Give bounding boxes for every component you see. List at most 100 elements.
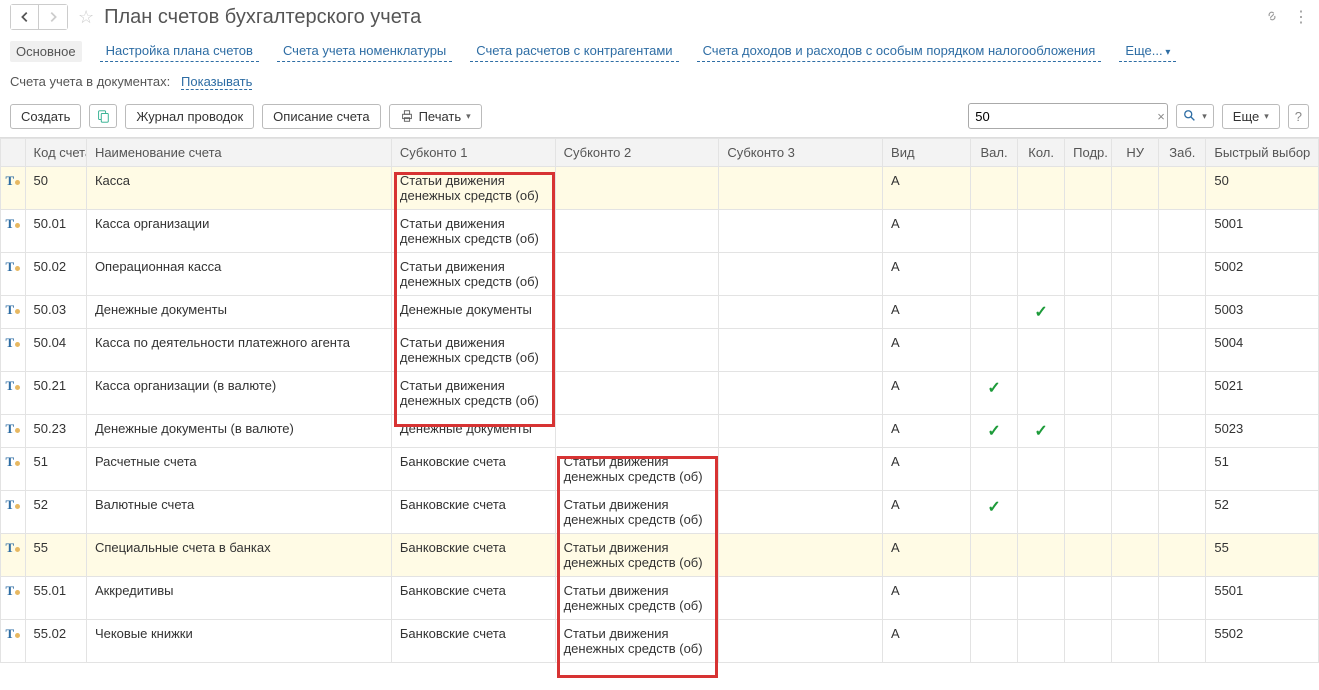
row-val xyxy=(971,210,1018,253)
row-icon-cell: T xyxy=(1,491,26,534)
row-zab xyxy=(1159,448,1206,491)
tab-more[interactable]: Еще... xyxy=(1119,40,1176,62)
subline-link[interactable]: Показывать xyxy=(181,74,252,90)
arrow-right-icon xyxy=(46,10,60,24)
col-podr[interactable]: Подр. xyxy=(1065,139,1112,167)
kebab-menu-icon[interactable]: ⋮ xyxy=(1293,7,1309,27)
tab-plan-settings[interactable]: Настройка плана счетов xyxy=(100,40,259,62)
table-row[interactable]: T52Валютные счетаБанковские счетаСтатьи … xyxy=(1,491,1319,534)
col-val[interactable]: Вал. xyxy=(971,139,1018,167)
journal-button[interactable]: Журнал проводок xyxy=(125,104,254,129)
row-val: ✓ xyxy=(971,372,1018,415)
create-button[interactable]: Создать xyxy=(10,104,81,129)
t-account-icon: T xyxy=(5,421,20,437)
more-button[interactable]: Еще xyxy=(1222,104,1280,129)
tab-nomenclature[interactable]: Счета учета номенклатуры xyxy=(277,40,452,62)
col-fast[interactable]: Быстрый выбор xyxy=(1206,139,1319,167)
table-row[interactable]: T50.03Денежные документыДенежные докумен… xyxy=(1,296,1319,329)
row-nu xyxy=(1112,534,1159,577)
back-button[interactable] xyxy=(11,5,39,29)
col-kol[interactable]: Кол. xyxy=(1018,139,1065,167)
help-button[interactable]: ? xyxy=(1288,104,1309,129)
row-sub2 xyxy=(555,372,719,415)
tabs-bar: Основное Настройка плана счетов Счета уч… xyxy=(0,34,1319,70)
description-button[interactable]: Описание счета xyxy=(262,104,380,129)
row-nu xyxy=(1112,491,1159,534)
row-sub1: Статьи движения денежных средств (об) xyxy=(391,210,555,253)
tab-main[interactable]: Основное xyxy=(10,41,82,62)
row-zab xyxy=(1159,620,1206,663)
row-sub1: Статьи движения денежных средств (об) xyxy=(391,253,555,296)
table-row[interactable]: T50КассаСтатьи движения денежных средств… xyxy=(1,167,1319,210)
row-vid: А xyxy=(883,415,971,448)
table-row[interactable]: T50.04Касса по деятельности платежного а… xyxy=(1,329,1319,372)
row-name: Аккредитивы xyxy=(86,577,391,620)
row-sub3 xyxy=(719,448,883,491)
search-icon xyxy=(1183,109,1197,123)
table-row[interactable]: T50.01Касса организацииСтатьи движения д… xyxy=(1,210,1319,253)
row-sub2 xyxy=(555,253,719,296)
link-icon[interactable] xyxy=(1265,9,1279,26)
row-name: Касса xyxy=(86,167,391,210)
row-kol xyxy=(1018,329,1065,372)
col-sub1[interactable]: Субконто 1 xyxy=(391,139,555,167)
row-fast: 52 xyxy=(1206,491,1319,534)
col-zab[interactable]: Заб. xyxy=(1159,139,1206,167)
search-dropdown-button[interactable] xyxy=(1176,104,1214,128)
row-sub1: Банковские счета xyxy=(391,448,555,491)
row-kol xyxy=(1018,253,1065,296)
row-icon-cell: T xyxy=(1,210,26,253)
row-name: Денежные документы (в валюте) xyxy=(86,415,391,448)
row-podr xyxy=(1065,577,1112,620)
row-nu xyxy=(1112,329,1159,372)
search-box[interactable]: × xyxy=(968,103,1168,129)
row-sub1: Банковские счета xyxy=(391,577,555,620)
table-row[interactable]: T50.21Касса организации (в валюте)Статьи… xyxy=(1,372,1319,415)
row-sub3 xyxy=(719,372,883,415)
col-vid[interactable]: Вид xyxy=(883,139,971,167)
col-sub3[interactable]: Субконто 3 xyxy=(719,139,883,167)
row-kol xyxy=(1018,620,1065,663)
favorite-star-icon[interactable]: ☆ xyxy=(78,7,94,28)
col-sub2[interactable]: Субконто 2 xyxy=(555,139,719,167)
tab-taxation[interactable]: Счета доходов и расходов с особым порядк… xyxy=(697,40,1102,62)
check-icon: ✓ xyxy=(987,380,1000,397)
row-fast: 5501 xyxy=(1206,577,1319,620)
copy-button[interactable] xyxy=(89,104,117,128)
t-account-icon: T xyxy=(5,454,20,470)
print-button[interactable]: Печать xyxy=(389,104,482,129)
search-input[interactable] xyxy=(973,107,1153,126)
col-name[interactable]: Наименование счета xyxy=(86,139,391,167)
table-row[interactable]: T55.02Чековые книжкиБанковские счетаСтат… xyxy=(1,620,1319,663)
row-nu xyxy=(1112,577,1159,620)
accounts-table: Код счета Наименование счета Субконто 1 … xyxy=(0,138,1319,663)
tab-contractors[interactable]: Счета расчетов с контрагентами xyxy=(470,40,678,62)
table-row[interactable]: T51Расчетные счетаБанковские счетаСтатьи… xyxy=(1,448,1319,491)
row-sub2 xyxy=(555,210,719,253)
row-sub3 xyxy=(719,577,883,620)
row-sub1: Статьи движения денежных средств (об) xyxy=(391,329,555,372)
page-title: План счетов бухгалтерского учета xyxy=(104,6,1261,29)
col-nu[interactable]: НУ xyxy=(1112,139,1159,167)
copy-icon xyxy=(96,109,110,123)
col-icon[interactable] xyxy=(1,139,26,167)
row-code: 50.04 xyxy=(25,329,86,372)
table-row[interactable]: T55.01АккредитивыБанковские счетаСтатьи … xyxy=(1,577,1319,620)
row-kol xyxy=(1018,167,1065,210)
row-zab xyxy=(1159,415,1206,448)
toolbar: Создать Журнал проводок Описание счета П… xyxy=(0,99,1319,137)
row-name: Касса организации xyxy=(86,210,391,253)
row-sub3 xyxy=(719,167,883,210)
t-account-icon: T xyxy=(5,173,20,189)
table-row[interactable]: T55Специальные счета в банкахБанковские … xyxy=(1,534,1319,577)
table-row[interactable]: T50.23Денежные документы (в валюте)Денеж… xyxy=(1,415,1319,448)
row-vid: А xyxy=(883,491,971,534)
row-nu xyxy=(1112,620,1159,663)
row-kol: ✓ xyxy=(1018,296,1065,329)
search-clear-icon[interactable]: × xyxy=(1153,109,1169,124)
row-fast: 5023 xyxy=(1206,415,1319,448)
row-nu xyxy=(1112,372,1159,415)
table-row[interactable]: T50.02Операционная кассаСтатьи движения … xyxy=(1,253,1319,296)
col-code[interactable]: Код счета xyxy=(25,139,86,167)
forward-button[interactable] xyxy=(39,5,67,29)
